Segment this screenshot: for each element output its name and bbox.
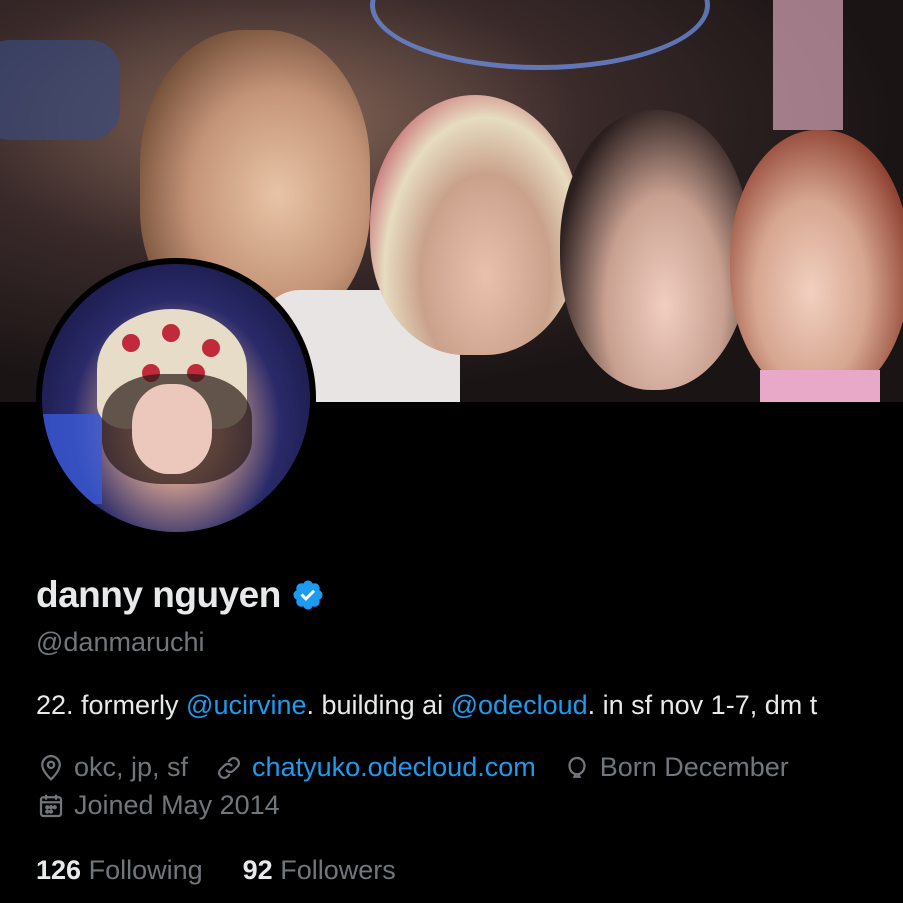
- banner-pink-shirt: [760, 370, 880, 402]
- banner-stage-ring: [370, 0, 710, 70]
- following-link[interactable]: 126 Following: [36, 855, 203, 886]
- following-label: Following: [88, 855, 203, 885]
- bio-text: 22. formerly: [36, 690, 187, 720]
- profile-bio: 22. formerly @ucirvine. building ai @ode…: [36, 690, 817, 721]
- avatar-image: [42, 264, 310, 532]
- avatar-face: [132, 384, 212, 474]
- bio-text: . in sf nov 1-7, dm t: [587, 690, 818, 720]
- birthday-item: Born December: [562, 752, 789, 783]
- followers-link[interactable]: 92 Followers: [243, 855, 396, 886]
- bio-mention-ucirvine[interactable]: @ucirvine: [186, 690, 306, 720]
- follow-stats: 126 Following 92 Followers: [36, 855, 436, 886]
- following-count: 126: [36, 855, 82, 885]
- location-pin-icon: [41, 754, 61, 781]
- avatar-scarf-dot: [162, 324, 180, 342]
- profile-name-row: danny nguyen: [36, 574, 325, 616]
- joined-text: Joined May 2014: [74, 790, 280, 820]
- joined-item: Joined May 2014: [36, 790, 280, 821]
- followers-label: Followers: [280, 855, 396, 885]
- balloon-icon: [568, 756, 586, 778]
- profile-name: danny nguyen: [36, 574, 281, 615]
- avatar-scarf-dot: [202, 339, 220, 357]
- banner-stage-light: [0, 40, 120, 140]
- birthday-text: Born December: [599, 752, 789, 782]
- profile-meta-row: okc, jp, sf chatyuko.odecloud.com Born D…: [36, 752, 815, 783]
- profile-meta-row-2: Joined May 2014: [36, 790, 306, 821]
- link-icon: [218, 756, 240, 779]
- banner-person-3: [560, 110, 750, 390]
- website-item: chatyuko.odecloud.com: [214, 752, 536, 783]
- location-item: okc, jp, sf: [36, 752, 188, 783]
- bio-text: . building ai: [306, 690, 451, 720]
- banner-person-2: [370, 95, 580, 355]
- avatar-background-light: [42, 414, 102, 504]
- calendar-icon: [39, 794, 63, 817]
- profile-handle: @danmaruchi: [36, 627, 205, 657]
- avatar-scarf-dot: [122, 334, 140, 352]
- bio-mention-odecloud[interactable]: @odecloud: [451, 690, 588, 720]
- verified-badge-icon[interactable]: [291, 578, 325, 612]
- location-text: okc, jp, sf: [74, 752, 189, 782]
- banner-person-4: [730, 130, 903, 400]
- website-link[interactable]: chatyuko.odecloud.com: [252, 752, 536, 783]
- avatar[interactable]: [36, 258, 316, 538]
- followers-count: 92: [242, 855, 273, 885]
- banner-pink-panel: [773, 0, 843, 130]
